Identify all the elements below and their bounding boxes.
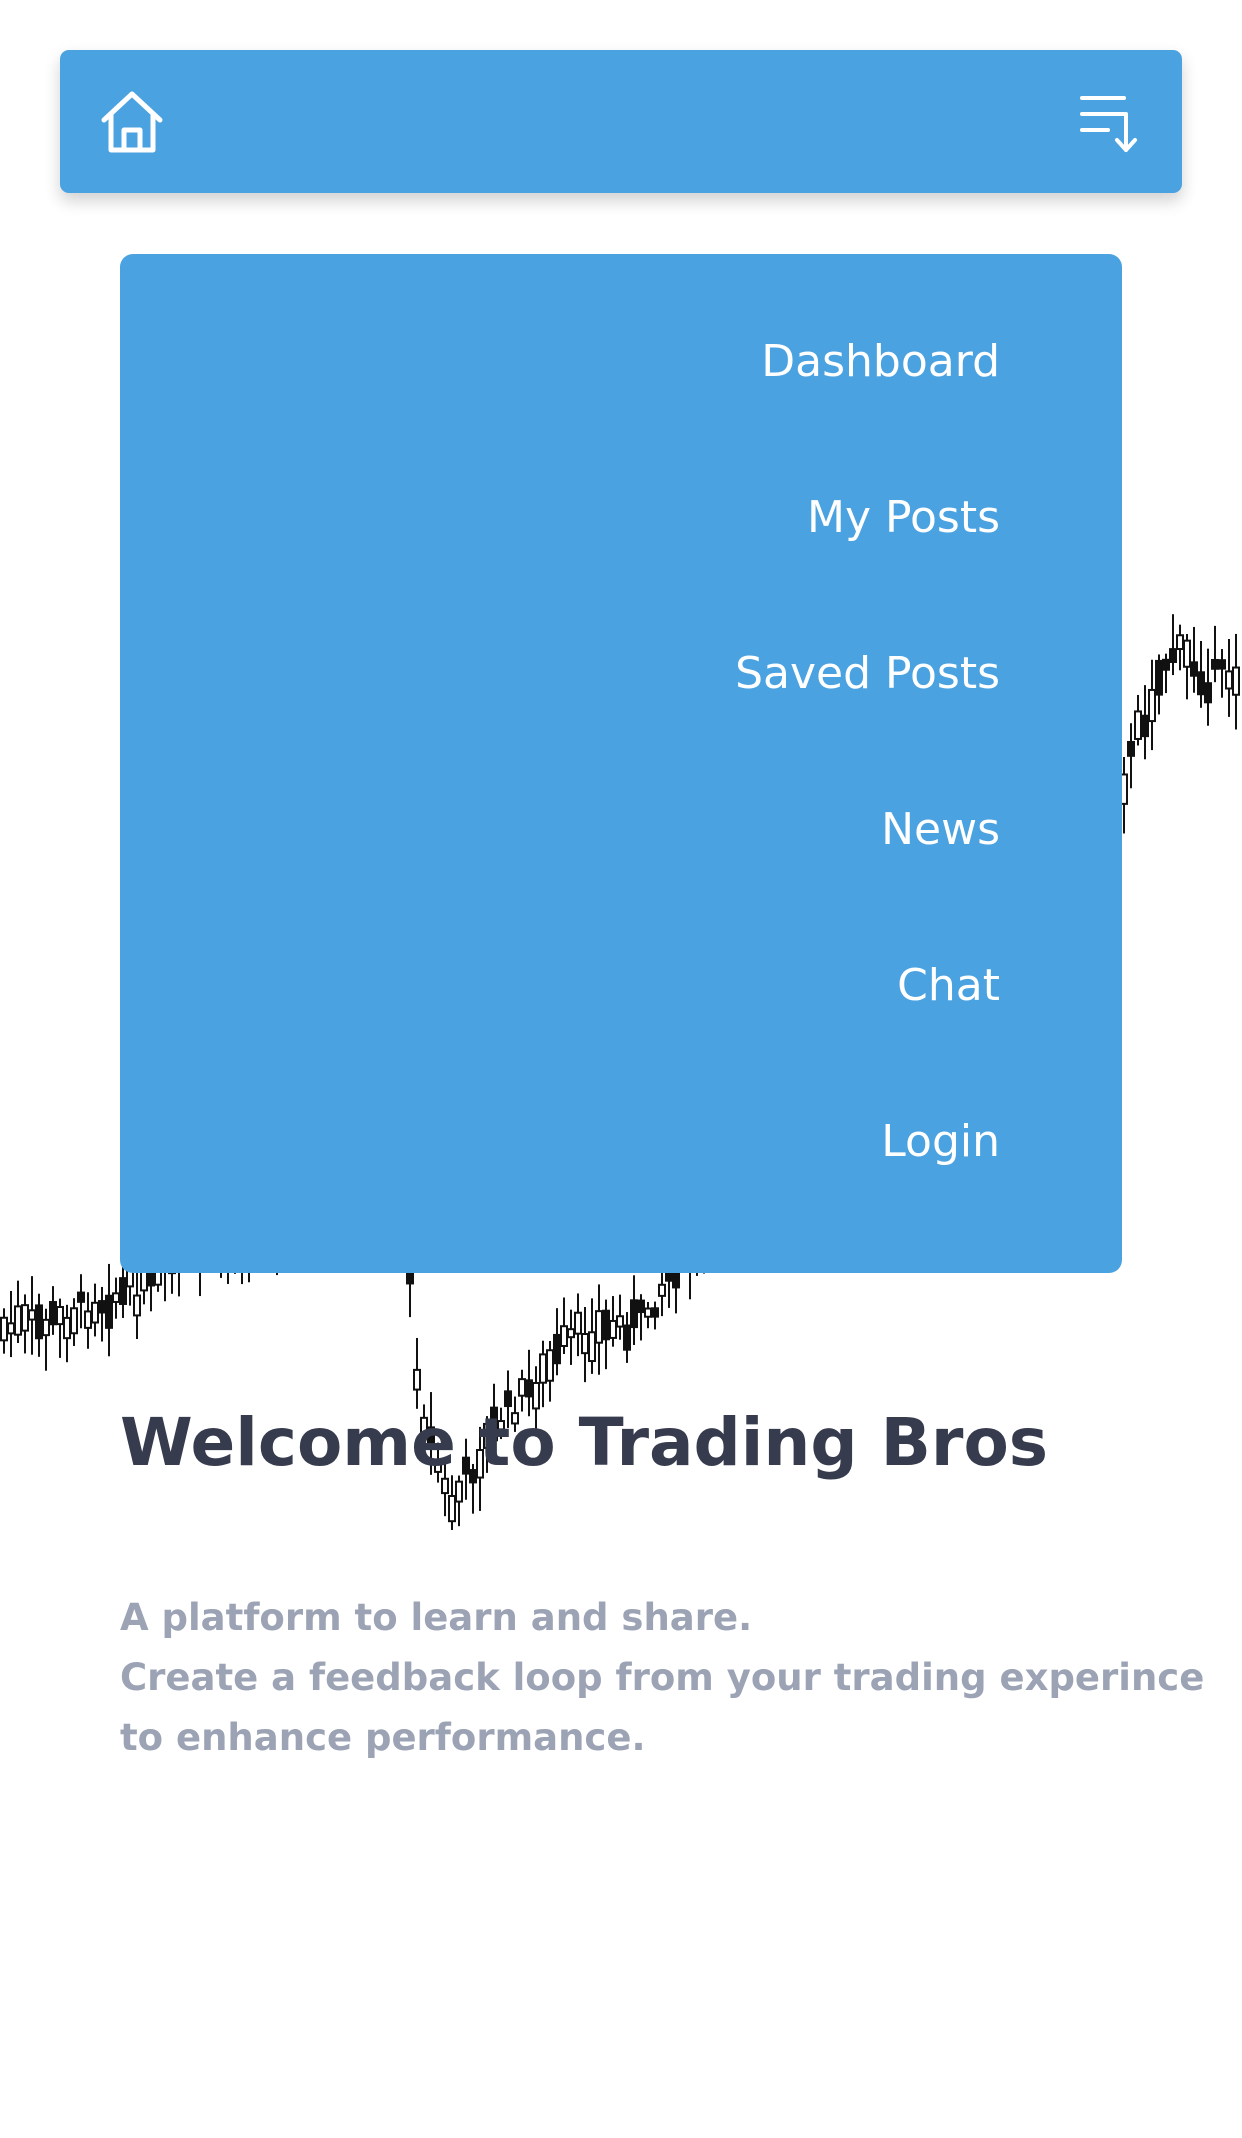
candle-body (1134, 710, 1142, 740)
candle-body (637, 1299, 645, 1314)
candle-body (112, 1292, 120, 1303)
candle-body (539, 1353, 547, 1384)
candle-body (567, 1328, 575, 1339)
candle-body (1197, 671, 1205, 696)
candle-body (1162, 658, 1170, 671)
candle-body (1127, 740, 1135, 757)
page: Welcome to Trading Bros A platform to le… (0, 0, 1242, 2138)
candle-body (1176, 634, 1184, 651)
sort-descending-icon (1080, 96, 1137, 152)
candle-body (1211, 658, 1219, 670)
menu-item-login[interactable]: Login (735, 1110, 1000, 1266)
hero-title: Welcome to Trading Bros (120, 1404, 1049, 1481)
hero-subtitle-line: to enhance performance. (120, 1716, 646, 1759)
menu-item-dashboard[interactable]: Dashboard (735, 330, 1000, 486)
candle-body (63, 1316, 71, 1340)
menu-toggle-button[interactable] (1078, 92, 1142, 154)
candle-body (616, 1315, 624, 1328)
candle-body (406, 1270, 414, 1285)
candle-body (1183, 639, 1191, 668)
candle-body (1225, 670, 1233, 690)
top-navbar (60, 50, 1182, 193)
candle-body (525, 1379, 533, 1398)
candle-body (49, 1301, 57, 1326)
menu-item-news[interactable]: News (735, 798, 1000, 954)
candle-body (1155, 659, 1163, 696)
candle-body (119, 1277, 127, 1305)
dropdown-menu: Dashboard My Posts Saved Posts News Chat… (120, 254, 1122, 1273)
candle-body (595, 1310, 603, 1344)
candle-body (665, 1270, 673, 1282)
candle-body (14, 1305, 22, 1336)
candle-body (413, 1368, 421, 1391)
candle-body (70, 1307, 78, 1335)
candle-body (105, 1294, 113, 1329)
candle-body (658, 1283, 666, 1297)
menu-list: Dashboard My Posts Saved Posts News Chat… (735, 330, 1000, 1266)
candle-body (546, 1349, 554, 1382)
hero-subtitle-line: A platform to learn and share. (120, 1596, 753, 1639)
candle-body (21, 1304, 29, 1332)
candle-body (1204, 682, 1212, 704)
candle-body (1190, 661, 1198, 677)
candle-body (91, 1301, 99, 1324)
home-button[interactable] (98, 88, 166, 156)
candle-body (560, 1325, 568, 1347)
candle-body (7, 1322, 15, 1335)
candle-body (588, 1331, 596, 1363)
candle-body (630, 1299, 638, 1329)
candle-body (35, 1304, 43, 1340)
candle-body (1141, 714, 1149, 738)
candle-body (553, 1333, 561, 1365)
candle-body (77, 1291, 85, 1303)
candle-body (651, 1307, 659, 1318)
candle-body (0, 1316, 8, 1342)
candle-body (518, 1378, 526, 1397)
candle-body (28, 1309, 36, 1321)
candle-body (602, 1309, 610, 1341)
candle-body (42, 1318, 50, 1337)
candle-body (98, 1300, 106, 1314)
candle-body (609, 1319, 617, 1339)
menu-item-my-posts[interactable]: My Posts (735, 486, 1000, 642)
candle-body (581, 1333, 589, 1355)
candle-body (448, 1495, 456, 1523)
candle-body (574, 1311, 582, 1335)
menu-item-saved-posts[interactable]: Saved Posts (735, 642, 1000, 798)
candle-body (1218, 659, 1226, 670)
candle-body (84, 1310, 92, 1329)
candle-body (672, 1270, 680, 1289)
home-icon (101, 91, 163, 153)
hero-subtitle-line: Create a feedback loop from your trading… (120, 1656, 1205, 1699)
menu-item-chat[interactable]: Chat (735, 954, 1000, 1110)
candle-body (1148, 688, 1156, 723)
candle-body (1169, 648, 1177, 664)
candle-body (644, 1307, 652, 1318)
candle-body (623, 1324, 631, 1351)
candle-body (1232, 666, 1240, 696)
candle-body (133, 1294, 141, 1317)
hero-subtitle: A platform to learn and share. Create a … (120, 1588, 1205, 1768)
candle-body (56, 1306, 64, 1326)
